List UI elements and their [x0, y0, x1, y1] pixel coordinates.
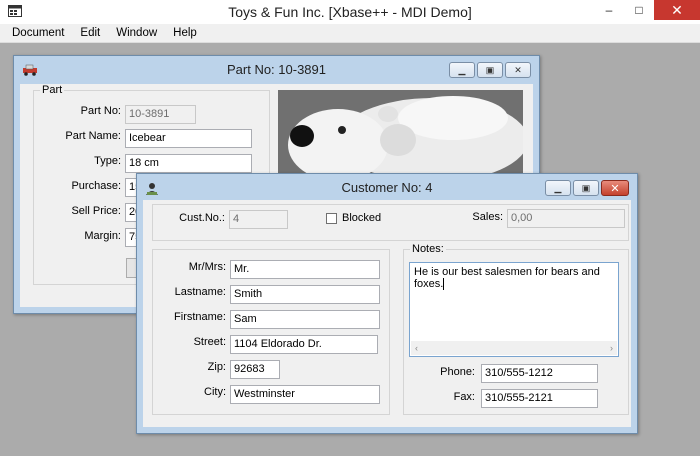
zip-label: Zip: [207, 361, 226, 373]
purchase-label: Purchase: [71, 180, 121, 192]
type-label: Type: [94, 155, 121, 167]
firstname-label: Firstname: [174, 311, 226, 323]
part-close-button[interactable]: ✕ [505, 62, 531, 78]
notes-textarea[interactable]: He is our best salesmen for bears and fo… [409, 262, 619, 357]
customer-minimize-button[interactable]: ▁ [545, 180, 571, 196]
cust-no-label: Cust.No.: [179, 212, 225, 224]
part-no-label: Part No: [80, 105, 121, 117]
phone-label: Phone: [440, 366, 475, 378]
part-no-field[interactable]: 10-3891 [125, 105, 196, 124]
firstname-field[interactable]: Sam [230, 310, 380, 329]
fax-label: Fax: [453, 391, 475, 403]
customer-close-button[interactable]: ✕ [601, 180, 629, 196]
close-button[interactable]: ✕ [654, 0, 700, 20]
app-titlebar: Toys & Fun Inc. [Xbase++ - MDI Demo] – □… [0, 0, 700, 24]
menu-help[interactable]: Help [165, 27, 205, 39]
lastname-field[interactable]: Smith [230, 285, 380, 304]
menu-edit[interactable]: Edit [72, 27, 108, 39]
street-label: Street: [193, 336, 226, 348]
minimize-button[interactable]: – [594, 0, 624, 20]
notes-text: He is our best salesmen for bears and fo… [414, 266, 600, 290]
city-field[interactable]: Westminster [230, 385, 380, 404]
margin-label: Margin: [84, 230, 121, 242]
blocked-label: Blocked [342, 212, 382, 224]
maximize-button[interactable]: □ [624, 0, 654, 20]
blocked-checkbox[interactable] [326, 213, 337, 224]
part-name-label: Part Name: [65, 130, 121, 142]
customer-maximize-button[interactable]: ▣ [573, 180, 599, 196]
part-name-field[interactable]: Icebear [125, 129, 252, 148]
zip-field[interactable]: 92683 [230, 360, 280, 379]
sales-label: Sales: [472, 211, 503, 223]
city-label: City: [204, 386, 226, 398]
customer-window[interactable]: Customer No: 4 ▁ ▣ ✕ Cust.No.: 4 Blocked… [136, 173, 638, 434]
part-maximize-button[interactable]: ▣ [477, 62, 503, 78]
scroll-left-icon[interactable]: ‹ [415, 343, 418, 353]
customer-window-client: Cust.No.: 4 Blocked Sales: 0,00 Mr/Mrs: … [143, 200, 631, 427]
street-field[interactable]: 1104 Eldorado Dr. [230, 335, 378, 354]
sales-field[interactable]: 0,00 [507, 209, 625, 228]
part-minimize-button[interactable]: ▁ [449, 62, 475, 78]
fax-field[interactable]: 310/555-2121 [481, 389, 598, 408]
menu-window[interactable]: Window [108, 27, 165, 39]
menu-document[interactable]: Document [4, 27, 72, 39]
type-field[interactable]: 18 cm [125, 154, 252, 173]
notes-label: Notes: [410, 243, 446, 255]
sell-price-label: Sell Price: [71, 205, 121, 217]
scroll-right-icon[interactable]: › [610, 343, 613, 353]
part-group-label: Part [40, 84, 65, 96]
phone-field[interactable]: 310/555-1212 [481, 364, 598, 383]
menu-bar: Document Edit Window Help [0, 24, 700, 43]
cust-no-field[interactable]: 4 [229, 210, 288, 229]
notes-horizontal-scrollbar[interactable]: ‹ › [411, 341, 617, 355]
mrmrs-field[interactable]: Mr. [230, 260, 380, 279]
mrmrs-label: Mr/Mrs: [188, 261, 226, 273]
text-cursor [443, 278, 445, 291]
product-image [278, 90, 523, 182]
lastname-label: Lastname: [174, 286, 226, 298]
